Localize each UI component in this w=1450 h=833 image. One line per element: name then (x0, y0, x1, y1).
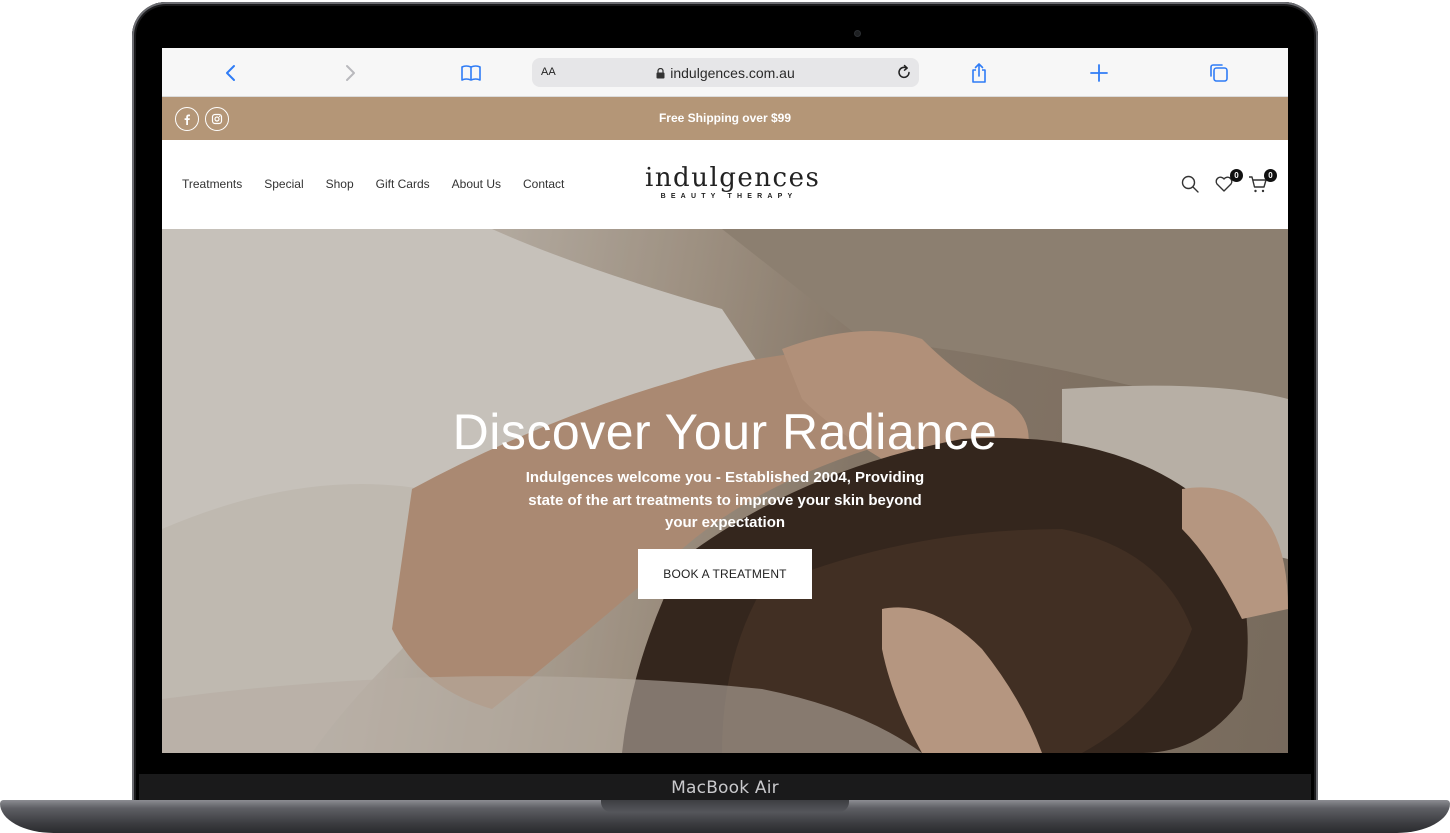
laptop-notch (601, 800, 849, 812)
address-bar[interactable]: AA indulgences.com.au (532, 58, 919, 87)
nav-item-gift-cards[interactable]: Gift Cards (376, 177, 430, 191)
logo-tagline: BEAUTY THERAPY (660, 193, 798, 200)
site-header: Treatments Special Shop Gift Cards About… (162, 140, 1288, 229)
announcement-bar: Free Shipping over $99 (162, 97, 1288, 140)
nav-item-treatments[interactable]: Treatments (182, 177, 242, 191)
wishlist-count-badge: 0 (1230, 169, 1243, 182)
tabs-icon[interactable] (1206, 60, 1232, 86)
back-icon[interactable] (218, 60, 244, 86)
device-label: MacBook Air (671, 778, 779, 798)
site-logo[interactable]: indulgences BEAUTY THERAPY (645, 163, 821, 200)
cart-count-badge: 0 (1264, 169, 1277, 182)
book-treatment-button[interactable]: BOOK A TREATMENT (638, 549, 812, 599)
nav-item-about-us[interactable]: About Us (452, 177, 501, 191)
forward-icon[interactable] (337, 60, 363, 86)
browser-screen: AA indulgences.com.au Free Shipping over… (162, 48, 1288, 753)
hero-banner: Discover Your Radiance Indulgences welco… (162, 229, 1288, 753)
hero-subtitle: Indulgences welcome you - Established 20… (525, 469, 925, 531)
logo-wordmark: indulgences (645, 163, 821, 193)
hero-title: Discover Your Radiance (452, 404, 998, 460)
nav-item-shop[interactable]: Shop (326, 177, 354, 191)
search-icon[interactable] (1180, 174, 1202, 196)
wishlist-button[interactable]: 0 (1214, 169, 1243, 196)
nav-item-special[interactable]: Special (264, 177, 303, 191)
announcement-text: Free Shipping over $99 (658, 111, 792, 125)
new-tab-icon[interactable] (1086, 60, 1112, 86)
url-display: indulgences.com.au (532, 65, 919, 81)
camera-dot (854, 30, 861, 37)
browser-toolbar: AA indulgences.com.au (162, 48, 1288, 97)
cart-button[interactable]: 0 (1248, 169, 1277, 196)
share-icon[interactable] (966, 60, 992, 86)
lock-icon (656, 68, 665, 79)
main-nav: Treatments Special Shop Gift Cards About… (182, 177, 586, 191)
bookmarks-icon[interactable] (458, 60, 484, 86)
nav-item-contact[interactable]: Contact (523, 177, 564, 191)
url-text: indulgences.com.au (670, 65, 795, 81)
reload-icon[interactable] (895, 63, 913, 81)
